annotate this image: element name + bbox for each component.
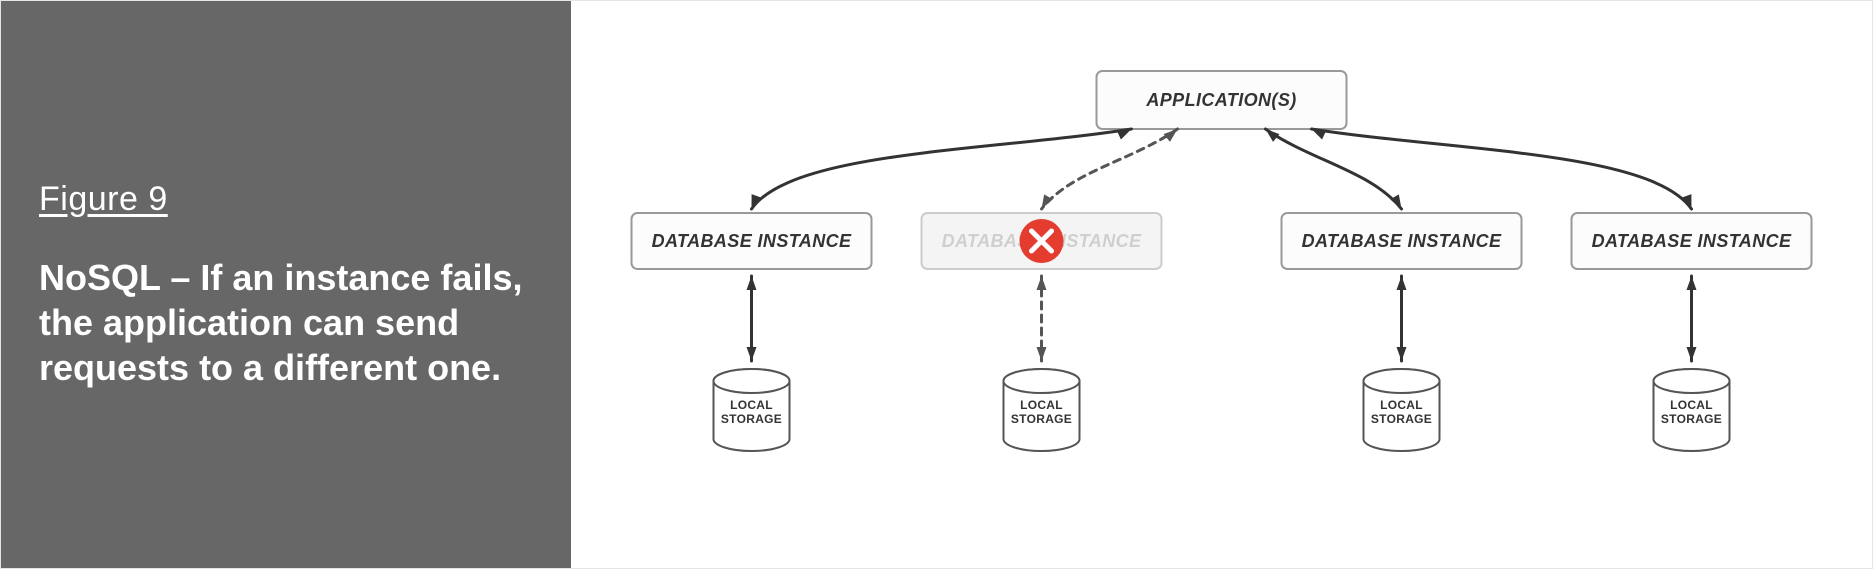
storage-4-label-line2: STORAGE xyxy=(1661,412,1722,426)
diagram-svg: APPLICATION(S) DATABASE INSTANCE xyxy=(571,1,1872,568)
storage-3-label-line1: LOCAL xyxy=(1380,398,1423,412)
storage-4: LOCAL STORAGE xyxy=(1654,369,1730,451)
figure-caption: NoSQL – If an instance fails, the applic… xyxy=(39,255,533,390)
storage-2-label-line2: STORAGE xyxy=(1011,412,1072,426)
db-instance-2-failed: DATABASE INSTANCE xyxy=(922,213,1162,269)
db-instance-1-label: DATABASE INSTANCE xyxy=(652,231,852,251)
figure-container: Figure 9 NoSQL – If an instance fails, t… xyxy=(0,0,1873,569)
link-instance4-storage xyxy=(1687,276,1697,361)
link-instance2-storage xyxy=(1037,276,1047,361)
link-instance3-storage xyxy=(1397,276,1407,361)
storage-2: LOCAL STORAGE xyxy=(1004,369,1080,451)
diagram-canvas: APPLICATION(S) DATABASE INSTANCE xyxy=(571,1,1872,568)
link-instance1-storage xyxy=(747,276,757,361)
db-instance-3-label: DATABASE INSTANCE xyxy=(1302,231,1502,251)
application-label: APPLICATION(S) xyxy=(1145,90,1296,110)
db-instance-4: DATABASE INSTANCE xyxy=(1572,213,1812,269)
db-instance-1: DATABASE INSTANCE xyxy=(632,213,872,269)
db-instance-3: DATABASE INSTANCE xyxy=(1282,213,1522,269)
error-icon xyxy=(1020,219,1064,263)
storage-4-label-line1: LOCAL xyxy=(1670,398,1713,412)
figure-label: Figure 9 xyxy=(39,180,533,219)
storage-3: LOCAL STORAGE xyxy=(1364,369,1440,451)
storage-1-label-line1: LOCAL xyxy=(730,398,773,412)
storage-1: LOCAL STORAGE xyxy=(714,369,790,451)
db-instance-4-label: DATABASE INSTANCE xyxy=(1592,231,1792,251)
storage-2-label-line1: LOCAL xyxy=(1020,398,1063,412)
storage-1-label-line2: STORAGE xyxy=(721,412,782,426)
figure-sidebar: Figure 9 NoSQL – If an instance fails, t… xyxy=(1,1,571,568)
storage-3-label-line2: STORAGE xyxy=(1371,412,1432,426)
